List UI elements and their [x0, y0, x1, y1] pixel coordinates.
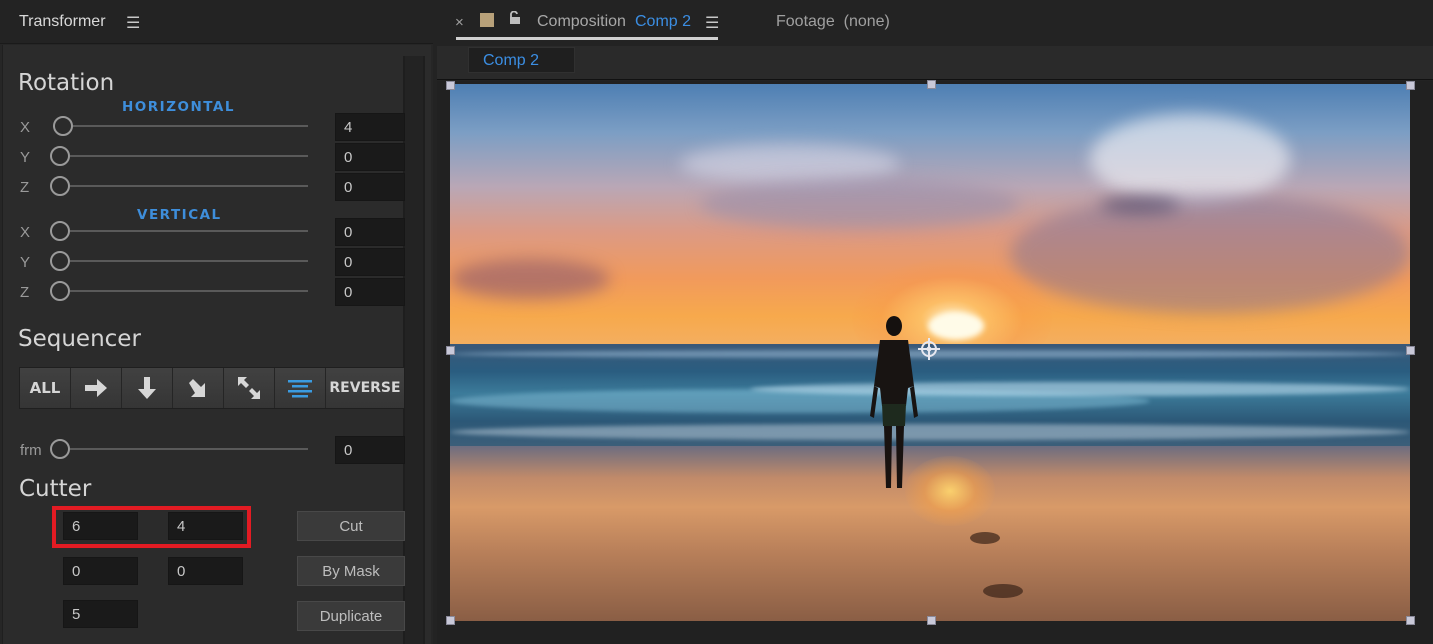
composition-viewer[interactable]: [437, 80, 1433, 644]
panel-menu-icon[interactable]: ☰: [126, 13, 140, 33]
active-tab-indicator: [456, 37, 718, 40]
person-silhouette: [870, 316, 918, 488]
frm-value-field[interactable]: 0: [335, 436, 405, 464]
frm-label: frm: [20, 442, 42, 459]
cloud: [450, 259, 610, 299]
sequencer-title: Sequencer: [18, 326, 141, 352]
scrollbar-thumb[interactable]: [405, 56, 423, 644]
cloud: [700, 179, 1020, 229]
v-y-slider-knob[interactable]: [50, 251, 70, 271]
v-y-value-field[interactable]: 0: [335, 248, 405, 276]
transform-handle[interactable]: [1406, 346, 1415, 355]
duplicate-button[interactable]: Duplicate: [297, 601, 405, 631]
cutter-field-r2c1[interactable]: 0: [63, 557, 138, 585]
seq-right-button[interactable]: [71, 368, 122, 408]
align-center-icon: [288, 380, 312, 398]
transform-handle[interactable]: [446, 81, 455, 90]
v-z-value-field[interactable]: 0: [335, 278, 405, 306]
panel-title: Transformer: [19, 13, 106, 30]
panel-header: Transformer ☰: [0, 0, 433, 44]
cutter-highlight-box: [52, 506, 251, 548]
transformer-panel: Transformer ☰ Rotation HORIZONTAL X 4 Y …: [0, 0, 433, 644]
h-y-slider-knob[interactable]: [50, 146, 70, 166]
cutter-title: Cutter: [19, 476, 92, 502]
seq-down-button[interactable]: [122, 368, 173, 408]
h-y-slider-track[interactable]: [70, 155, 308, 157]
footprint: [970, 532, 1000, 544]
frm-slider-knob[interactable]: [50, 439, 70, 459]
v-z-label: Z: [20, 284, 30, 301]
h-y-label: Y: [20, 149, 31, 166]
seq-center-button[interactable]: [275, 368, 326, 408]
seq-all-button[interactable]: ALL: [20, 368, 71, 408]
comp-breadcrumb[interactable]: Comp 2: [468, 47, 575, 73]
transform-handle[interactable]: [927, 80, 936, 89]
cut-button[interactable]: Cut: [297, 511, 405, 541]
arrow-down-right-icon: [189, 379, 205, 397]
arrow-expand-icon: [238, 377, 260, 399]
v-x-slider-track[interactable]: [70, 230, 308, 232]
h-y-value-field[interactable]: 0: [335, 143, 405, 171]
frm-slider-track[interactable]: [70, 448, 308, 450]
h-z-value-field[interactable]: 0: [335, 173, 405, 201]
composition-tab-label[interactable]: Composition: [537, 13, 626, 31]
v-z-slider-track[interactable]: [70, 290, 308, 292]
transform-handle[interactable]: [1406, 616, 1415, 625]
unlock-icon[interactable]: [508, 11, 522, 25]
transform-handle[interactable]: [446, 346, 455, 355]
cutter-field-r3c1[interactable]: 5: [63, 600, 138, 628]
h-x-label: X: [20, 119, 31, 136]
v-z-slider-knob[interactable]: [50, 281, 70, 301]
v-y-slider-track[interactable]: [70, 260, 308, 262]
h-x-slider-knob[interactable]: [53, 116, 73, 136]
composition-menu-icon[interactable]: ☰: [705, 13, 719, 33]
v-x-label: X: [20, 224, 31, 241]
color-swatch-icon: [480, 13, 494, 27]
seq-expand-button[interactable]: [224, 368, 275, 408]
horizontal-label: HORIZONTAL: [122, 99, 235, 115]
h-z-slider-knob[interactable]: [50, 176, 70, 196]
cutter-field-r2c2[interactable]: 0: [168, 557, 243, 585]
arrow-right-icon: [85, 379, 107, 397]
panel-scrollbar[interactable]: [403, 56, 425, 644]
cloud: [1090, 114, 1290, 204]
transform-handle[interactable]: [446, 616, 455, 625]
transform-handle[interactable]: [1406, 81, 1415, 90]
breadcrumb-bar: Comp 2: [437, 46, 1433, 80]
seq-reverse-button[interactable]: REVERSE: [326, 368, 404, 408]
cloud: [1100, 196, 1180, 214]
vertical-label: VERTICAL: [137, 207, 222, 223]
v-y-label: Y: [20, 254, 31, 271]
rotation-title: Rotation: [18, 70, 115, 96]
composition-panel: × Composition Comp 2 ☰ Footage (none) Co…: [437, 0, 1433, 644]
anchor-point-icon[interactable]: [918, 338, 940, 360]
by-mask-button[interactable]: By Mask: [297, 556, 405, 586]
transform-handle[interactable]: [927, 616, 936, 625]
h-x-slider-track[interactable]: [73, 125, 308, 127]
wave: [750, 382, 1410, 396]
composition-tab-name[interactable]: Comp 2: [635, 13, 691, 31]
seq-diagonal-button[interactable]: [173, 368, 224, 408]
arrow-down-icon: [138, 377, 156, 399]
footage-tab-label: Footage: [776, 13, 835, 30]
h-z-label: Z: [20, 179, 30, 196]
close-icon[interactable]: ×: [455, 14, 464, 31]
cloud: [680, 144, 900, 184]
cloud: [1010, 194, 1410, 314]
h-x-value-field[interactable]: 4: [335, 113, 405, 141]
sequencer-toolbar: ALL REVERSE: [19, 367, 405, 409]
footprint: [983, 584, 1023, 598]
sun: [928, 312, 984, 340]
v-x-value-field[interactable]: 0: [335, 218, 405, 246]
footage-tab-value: (none): [843, 13, 890, 30]
composition-tab-bar: × Composition Comp 2 ☰ Footage (none): [437, 0, 1433, 46]
h-z-slider-track[interactable]: [70, 185, 308, 187]
wave: [450, 424, 1410, 440]
v-x-slider-knob[interactable]: [50, 221, 70, 241]
footage-tab[interactable]: Footage (none): [776, 13, 890, 31]
